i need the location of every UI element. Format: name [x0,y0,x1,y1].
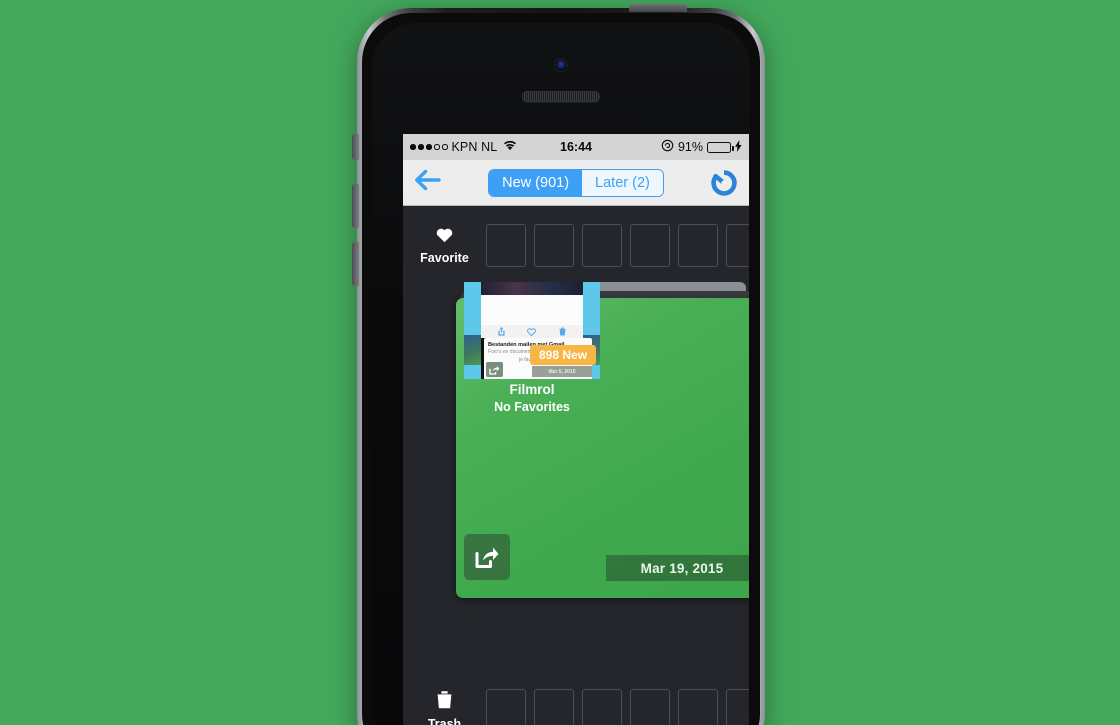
status-bar-right: 91% [661,139,742,155]
trash-slot[interactable] [726,688,749,725]
favorite-slot[interactable] [630,223,670,267]
favorite-slot[interactable] [534,223,574,267]
heart-icon [435,226,454,248]
battery-percentage: 91% [677,140,703,154]
favorite-label-text: Favorite [420,250,469,265]
favorite-slot[interactable] [486,223,526,267]
main-content-area: Favorite Mar 19, 2015 Bestanden mailen m… [403,206,749,725]
segmented-control[interactable]: New (901) Later (2) [488,168,664,197]
phone-inner-bezel: KPN NL 16:44 91% New (901) Later (2) Fav… [362,13,760,725]
share-icon [486,362,503,377]
battery-icon [707,141,734,153]
earpiece-speaker-icon [522,91,600,102]
signal-strength-icon [410,144,448,150]
volume-down-button[interactable] [352,242,359,286]
thumbnail-caption: Filmrol No Favorites [464,381,600,415]
trash-slot[interactable] [582,688,622,725]
trash-shelf-label: Trash [403,690,486,725]
share-icon[interactable] [464,534,510,580]
back-arrow-icon[interactable] [415,169,445,196]
mute-switch[interactable] [352,134,359,160]
status-bar-left: KPN NL [410,140,517,154]
thumbnail-inner-date: Mar 5, 2015 [532,366,592,377]
thumbnail-landscape-left [464,335,481,365]
wifi-icon [503,140,517,154]
new-count-badge: 898 New [530,345,597,365]
favorite-shelf-label: Favorite [403,226,486,265]
rotation-lock-icon [661,139,674,155]
trash-slot[interactable] [486,688,526,725]
trash-slot-list [486,688,749,725]
trash-slot[interactable] [630,688,670,725]
iphone-device: KPN NL 16:44 91% New (901) Later (2) Fav… [352,4,765,725]
lightning-bolt-icon [735,139,742,155]
trash-shelf[interactable]: Trash [403,679,749,725]
thumbnail-toolbar [481,325,583,338]
segment-later[interactable]: Later (2) [582,169,663,196]
thumbnail-top-strip [481,282,583,295]
carrier-label: KPN NL [451,140,498,154]
caption-subtitle: No Favorites [494,400,570,415]
navigation-bar: New (901) Later (2) [403,160,749,206]
favorite-slot[interactable] [726,223,749,267]
trash-label-text: Trash [427,716,462,725]
favorite-slot-list [486,223,749,267]
status-bar: KPN NL 16:44 91% [403,134,749,160]
favorite-slot[interactable] [678,223,718,267]
card-date-label: Mar 19, 2015 [606,555,749,581]
favorite-slot[interactable] [582,223,622,267]
volume-up-button[interactable] [352,184,359,228]
trash-slot[interactable] [678,688,718,725]
power-button[interactable] [629,4,687,12]
thumbnail-white-panel [481,295,583,325]
sync-refresh-icon[interactable] [707,169,737,196]
phone-front-glass: KPN NL 16:44 91% New (901) Later (2) Fav… [372,23,750,725]
caption-title: Filmrol [509,382,555,397]
phone-screen: KPN NL 16:44 91% New (901) Later (2) Fav… [403,134,749,725]
trash-slot[interactable] [534,688,574,725]
trash-icon [436,690,453,714]
front-camera-icon [555,59,567,71]
segment-new[interactable]: New (901) [489,169,583,196]
favorite-shelf[interactable]: Favorite [403,214,749,276]
